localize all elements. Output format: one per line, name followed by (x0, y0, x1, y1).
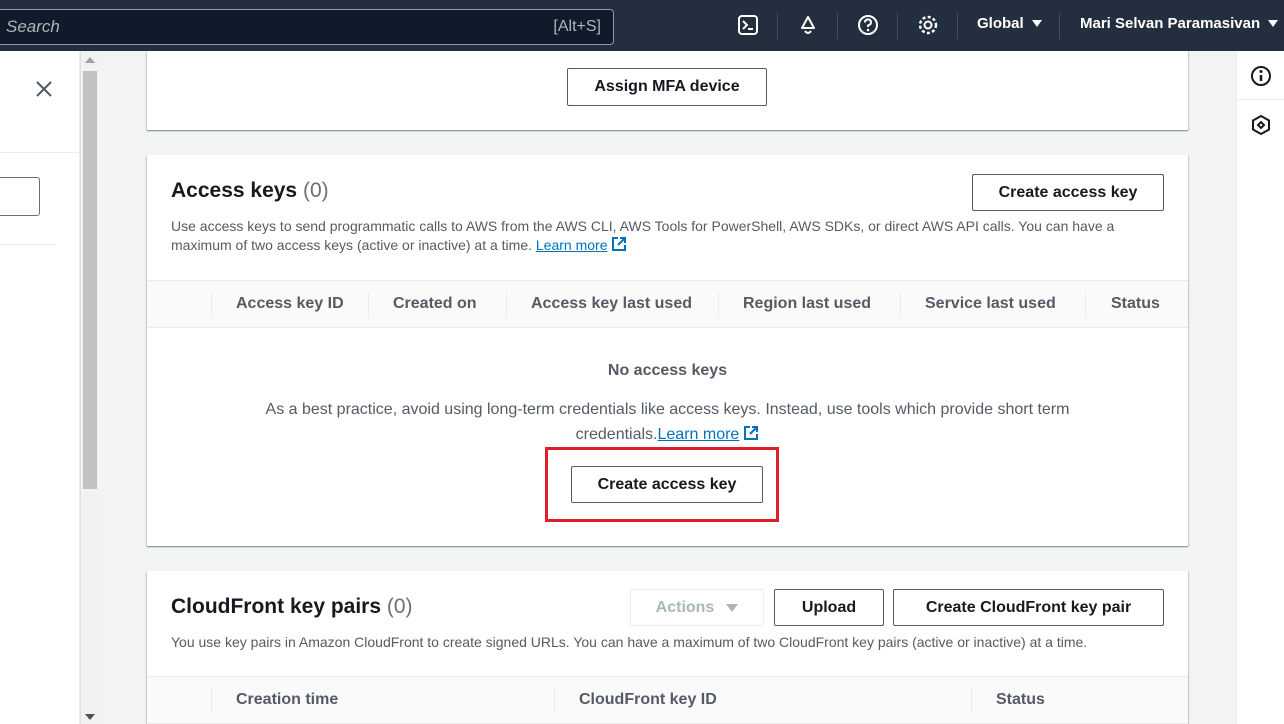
search-bar[interactable]: [Alt+S] (0, 9, 614, 45)
cloudfront-heading: CloudFront key pairs (0) (171, 595, 413, 619)
column-divider (900, 292, 901, 318)
settings-gear-icon[interactable] (916, 13, 940, 37)
cloudshell-icon[interactable] (736, 13, 760, 37)
column-header-access-key-last-used[interactable]: Access key last used (531, 281, 692, 327)
upload-button[interactable]: Upload (774, 589, 884, 626)
region-label: Global (977, 15, 1024, 32)
column-divider (506, 292, 507, 318)
create-access-key-header-button[interactable]: Create access key (972, 174, 1164, 211)
empty-state-title: No access keys (607, 362, 728, 379)
info-icon[interactable] (1249, 64, 1273, 88)
external-link-icon (744, 426, 759, 440)
top-navigation: [Alt+S] Global Mari Selvan Paramasivan (0, 0, 1284, 51)
cloudfront-title: CloudFront key pairs (171, 595, 382, 618)
external-link-icon (612, 237, 627, 251)
drawer-divider (0, 244, 56, 245)
caret-down-icon (726, 603, 739, 612)
caret-down-icon (1268, 20, 1279, 27)
rail-divider (1237, 99, 1284, 100)
access-keys-table-header: Access key ID Created on Access key last… (147, 280, 1188, 328)
cloudfront-key-pairs-container: CloudFront key pairs (0) Actions Upload … (147, 571, 1188, 724)
column-divider (211, 688, 212, 714)
nav-divider (897, 13, 898, 39)
access-keys-heading: Access keys (0) (171, 179, 329, 203)
column-header-cloudfront-key-id[interactable]: CloudFront key ID (579, 677, 717, 723)
access-keys-title: Access keys (171, 179, 298, 202)
column-header-created-on[interactable]: Created on (393, 281, 477, 327)
notifications-bell-icon[interactable] (796, 13, 820, 37)
column-divider (971, 688, 972, 714)
create-cloudfront-key-pair-button[interactable]: Create CloudFront key pair (893, 589, 1164, 626)
highlight-box (545, 447, 779, 522)
drawer-divider (0, 152, 80, 153)
nav-divider (837, 13, 838, 39)
account-menu[interactable]: Mari Selvan Paramasivan (1080, 15, 1279, 32)
help-icon[interactable] (856, 13, 880, 37)
column-header-status[interactable]: Status (1111, 281, 1160, 327)
scroll-up-arrow-icon[interactable] (85, 57, 95, 63)
column-header-creation-time[interactable]: Creation time (236, 677, 338, 723)
column-header-service-last-used[interactable]: Service last used (925, 281, 1056, 327)
actions-label: Actions (655, 598, 715, 616)
column-divider (554, 688, 555, 714)
scrollbar-thumb[interactable] (83, 71, 97, 489)
nav-divider (957, 13, 958, 39)
user-name: Mari Selvan Paramasivan (1080, 15, 1261, 32)
column-header-region-last-used[interactable]: Region last used (743, 281, 871, 327)
vertical-scrollbar[interactable] (80, 51, 98, 724)
column-divider (1085, 292, 1086, 318)
access-keys-description-text: Use access keys to send programmatic cal… (171, 218, 1115, 253)
access-keys-description: Use access keys to send programmatic cal… (171, 217, 1161, 255)
nav-divider (777, 13, 778, 39)
cloudfront-count: (0) (386, 595, 413, 618)
nav-divider (1059, 13, 1060, 39)
learn-more-link[interactable]: Learn more (536, 237, 608, 253)
actions-dropdown-button[interactable]: Actions (630, 589, 764, 626)
search-shortcut-hint: [Alt+S] (553, 18, 601, 35)
column-header-access-key-id[interactable]: Access key ID (236, 281, 344, 327)
learn-more-link[interactable]: Learn more (658, 426, 740, 443)
cloudfront-table-header: Creation time CloudFront key ID Status (147, 676, 1188, 724)
empty-state-description: As a best practice, avoid using long-ter… (227, 397, 1108, 447)
side-drawer (0, 51, 80, 724)
assign-mfa-button[interactable]: Assign MFA device (567, 68, 767, 106)
mfa-container: Assign MFA device (147, 51, 1188, 130)
column-divider (211, 292, 212, 318)
column-divider (718, 292, 719, 318)
search-input[interactable] (6, 10, 526, 44)
column-header-status[interactable]: Status (996, 677, 1045, 723)
scroll-down-arrow-icon[interactable] (85, 714, 95, 720)
right-tools-rail (1236, 51, 1284, 724)
drawer-input-field[interactable] (0, 177, 40, 216)
access-keys-count: (0) (302, 179, 329, 202)
region-selector[interactable]: Global (977, 15, 1042, 32)
close-icon[interactable] (32, 77, 56, 101)
caret-down-icon (1031, 20, 1042, 27)
cloudfront-description: You use key pairs in Amazon CloudFront t… (171, 634, 1088, 650)
column-divider (368, 292, 369, 318)
hexagon-feedback-icon[interactable] (1249, 113, 1273, 137)
